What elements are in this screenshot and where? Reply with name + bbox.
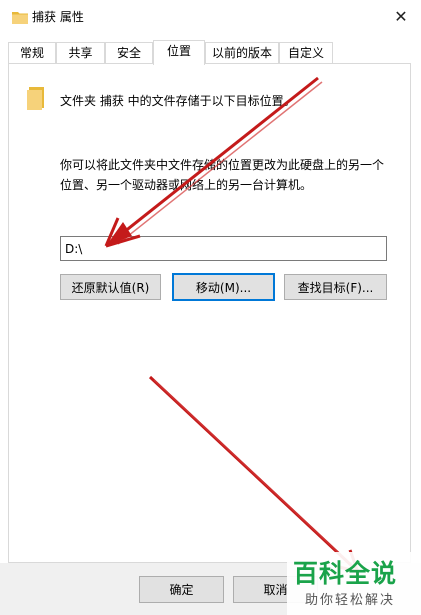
- folder-icon: [12, 12, 28, 24]
- tab-label: 位置: [166, 44, 191, 58]
- tab-previous-versions[interactable]: 以前的版本: [205, 42, 279, 63]
- description-line: 位置、另一个驱动器或网络上的另一台计算机。: [60, 178, 313, 192]
- ok-button[interactable]: 确定: [139, 576, 224, 603]
- tab-panel: [8, 63, 411, 563]
- folder-icon: [27, 87, 44, 110]
- tab-sharing[interactable]: 共享: [56, 42, 105, 63]
- close-button[interactable]: ✕: [381, 0, 421, 32]
- restore-default-button[interactable]: 还原默认值(R): [60, 274, 161, 300]
- window-title: 捕获 属性: [32, 10, 84, 24]
- watermark: 百科全说 助你轻松解决: [287, 552, 421, 615]
- tab-label: 共享: [68, 46, 93, 60]
- find-target-button[interactable]: 查找目标(F)...: [284, 274, 387, 300]
- title-bar: 捕获 属性 ✕: [0, 0, 421, 33]
- tab-label: 自定义: [287, 46, 324, 60]
- tab-general[interactable]: 常规: [8, 42, 56, 63]
- tab-label: 常规: [19, 46, 44, 60]
- description-line: 你可以将此文件夹中文件存储的位置更改为此硬盘上的另一个: [60, 158, 385, 172]
- location-description: 你可以将此文件夹中文件存储的位置更改为此硬盘上的另一个 位置、另一个驱动器或网络…: [60, 155, 400, 195]
- tab-security[interactable]: 安全: [105, 42, 153, 63]
- tab-location[interactable]: 位置: [153, 40, 205, 65]
- close-icon: ✕: [394, 6, 408, 26]
- watermark-sub-text: 助你轻松解决: [305, 593, 396, 608]
- tab-label: 以前的版本: [211, 46, 272, 60]
- tab-customize[interactable]: 自定义: [279, 42, 333, 63]
- location-path-input[interactable]: [60, 236, 387, 261]
- tab-label: 安全: [116, 46, 141, 60]
- move-button[interactable]: 移动(M)...: [172, 273, 275, 301]
- watermark-main-text: 百科全说: [293, 559, 398, 588]
- location-title: 文件夹 捕获 中的文件存储于以下目标位置。: [60, 94, 296, 108]
